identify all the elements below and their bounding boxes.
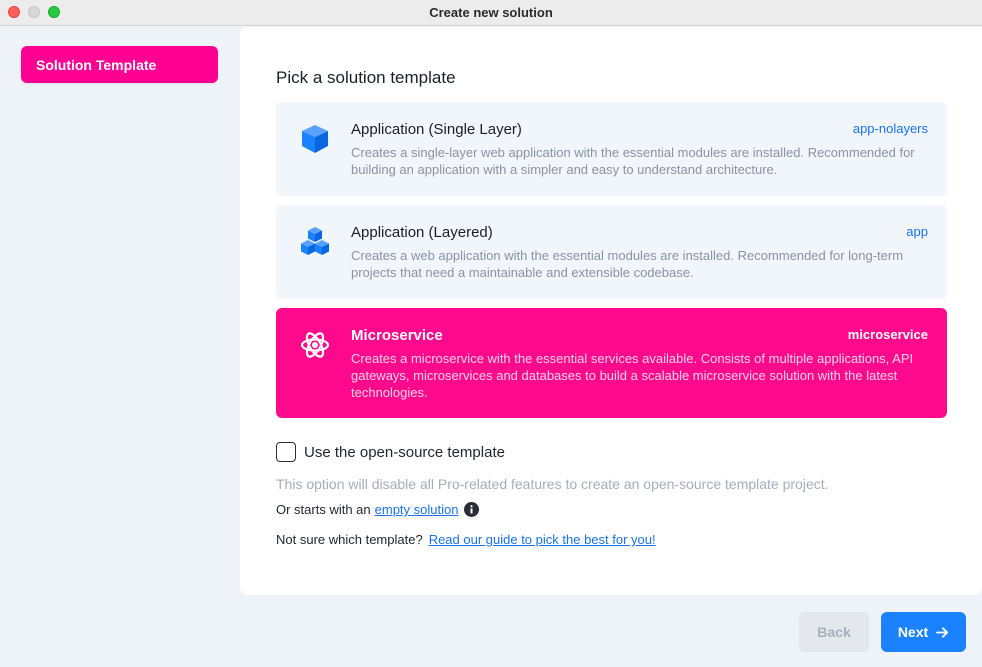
minimize-window-button[interactable] [28, 6, 40, 18]
info-icon[interactable] [464, 502, 480, 517]
template-card-layered[interactable]: Application (Layered) app Creates a web … [276, 205, 947, 299]
maximize-window-button[interactable] [48, 6, 60, 18]
title-bar: Create new solution [0, 0, 982, 26]
cubes-icon [301, 227, 329, 255]
template-title: Application (Layered) [351, 224, 493, 241]
next-button-label: Next [897, 624, 929, 640]
template-card-microservice[interactable]: Microservice microservice Creates a micr… [276, 308, 947, 418]
sidebar-item-solution-template[interactable]: Solution Template [21, 46, 218, 83]
open-source-checkbox[interactable] [276, 442, 296, 462]
sidebar-item-label: Solution Template [36, 56, 157, 73]
sidebar: Solution Template [0, 27, 240, 667]
app-window: Create new solution Solution Template Pi… [0, 0, 982, 667]
empty-solution-link[interactable]: empty solution [375, 502, 459, 517]
template-description: Creates a single-layer web application w… [351, 145, 915, 177]
template-card-single-layer[interactable]: Application (Single Layer) app-nolayers … [276, 102, 947, 196]
atom-icon [300, 332, 330, 358]
back-button[interactable]: Back [799, 612, 869, 652]
open-source-label: Use the open-source template [304, 443, 505, 461]
empty-solution-prefix: Or starts with an [276, 502, 371, 517]
template-tag: microservice [847, 327, 928, 342]
cube-icon [302, 125, 328, 153]
template-description: Creates a web application with the essen… [351, 248, 904, 280]
template-tag: app-nolayers [852, 121, 928, 136]
guide-prefix: Not sure which template? [276, 532, 423, 547]
template-title: Microservice [351, 327, 443, 344]
arrow-right-icon [936, 626, 949, 638]
window-controls [8, 6, 60, 18]
window-title: Create new solution [429, 5, 553, 20]
next-button[interactable]: Next [881, 612, 966, 652]
guide-link[interactable]: Read our guide to pick the best for you! [429, 532, 656, 547]
page-title: Pick a solution template [276, 68, 456, 87]
close-window-button[interactable] [8, 6, 20, 18]
template-title: Application (Single Layer) [351, 121, 522, 138]
template-description: Creates a microservice with the essentia… [351, 351, 914, 400]
empty-solution-row: Or starts with an empty solution [276, 502, 480, 517]
open-source-hint: This option will disable all Pro-related… [276, 476, 829, 492]
guide-row: Not sure which template? Read our guide … [276, 532, 656, 547]
main-panel: Pick a solution template Application (Si… [240, 27, 982, 595]
open-source-option[interactable]: Use the open-source template [276, 442, 505, 462]
back-button-label: Back [817, 624, 851, 640]
template-tag: app [906, 224, 928, 239]
